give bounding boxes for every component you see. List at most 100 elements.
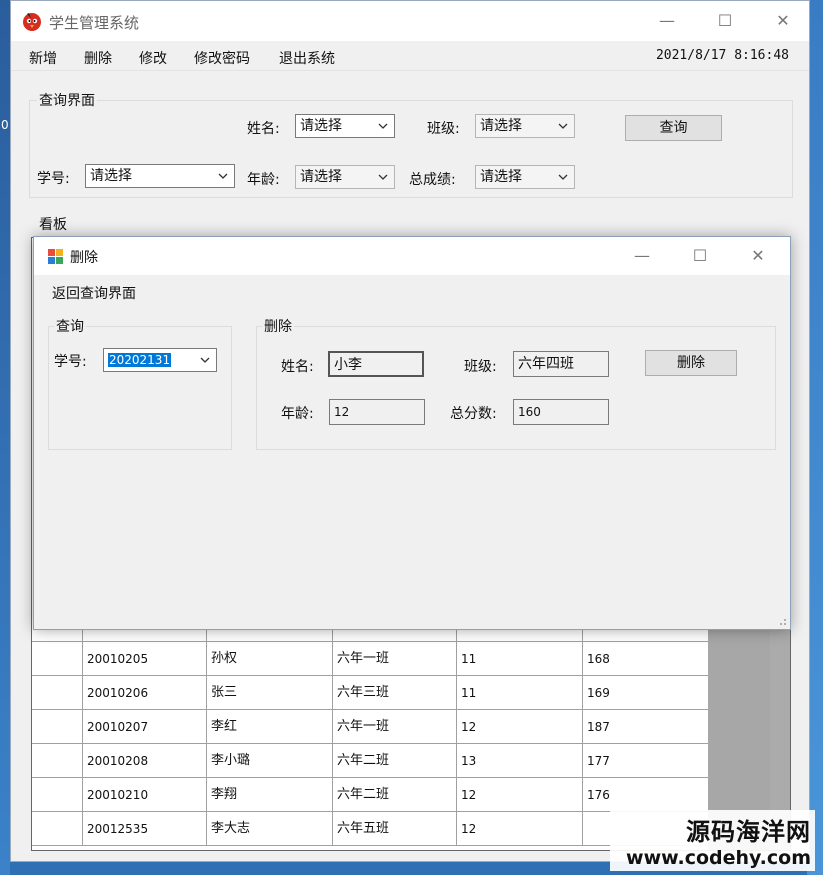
age-cell[interactable]: 11 xyxy=(456,642,582,676)
name-combobox[interactable]: 请选择 xyxy=(295,114,395,138)
dialog-name-field[interactable]: 小李 xyxy=(328,351,424,377)
table-row[interactable]: 20012535 李大志 六年五班 12 xyxy=(32,812,708,846)
dialog-minimize-button[interactable]: — xyxy=(622,244,662,268)
dialog-delete-title: 删除 xyxy=(262,316,294,336)
age-combobox[interactable]: 请选择 xyxy=(295,165,395,189)
datetime-display: 2021/8/17 8:16:48 xyxy=(655,48,789,63)
name-cell[interactable]: 孙权 xyxy=(206,642,332,676)
class-cell[interactable]: 六年二班 xyxy=(332,778,456,812)
chevron-down-icon xyxy=(558,174,568,180)
query-button[interactable]: 查询 xyxy=(625,115,722,141)
id-cell[interactable]: 20010210 xyxy=(82,778,206,812)
total-cell[interactable]: 168 xyxy=(582,642,708,676)
table-row[interactable]: 20010205 孙权 六年一班 11 168 xyxy=(32,642,708,676)
table-row[interactable]: 20010208 李小璐 六年二班 13 177 xyxy=(32,744,708,778)
total-cell[interactable]: 169 xyxy=(582,676,708,710)
chevron-down-icon xyxy=(378,174,388,180)
window-app-icon xyxy=(48,249,63,264)
watermark-title: 源码海洋网 xyxy=(686,818,811,846)
name-label: 姓名: xyxy=(247,121,280,137)
name-cell[interactable]: 李红 xyxy=(206,710,332,744)
menu-exit[interactable]: 退出系统 xyxy=(279,48,335,68)
class-label: 班级: xyxy=(427,121,460,137)
dialog-age-label: 年龄: xyxy=(281,406,314,422)
dialog-delete-button[interactable]: 删除 xyxy=(645,350,737,376)
id-cell[interactable]: 20012535 xyxy=(82,812,206,846)
class-cell[interactable]: 六年五班 xyxy=(332,812,456,846)
name-cell[interactable]: 张三 xyxy=(206,676,332,710)
menu-delete[interactable]: 删除 xyxy=(84,48,112,68)
id-cell[interactable]: 20010207 xyxy=(82,710,206,744)
id-cell[interactable]: 20010205 xyxy=(82,642,206,676)
dialog-close-button[interactable]: ✕ xyxy=(738,244,778,268)
age-cell[interactable]: 12 xyxy=(456,778,582,812)
id-label: 学号: xyxy=(37,171,70,187)
watermark-url: www.codehy.com xyxy=(626,847,811,869)
total-cell[interactable]: 177 xyxy=(582,744,708,778)
row-header-cell[interactable] xyxy=(32,710,82,744)
dialog-class-field[interactable]: 六年四班 xyxy=(513,351,609,377)
angry-bird-icon xyxy=(23,13,41,31)
table-row[interactable]: 20010207 李红 六年一班 12 187 xyxy=(32,710,708,744)
dialog-title: 删除 xyxy=(70,250,98,266)
table-row[interactable]: 20010206 张三 六年三班 11 169 xyxy=(32,676,708,710)
name-cell[interactable]: 李翔 xyxy=(206,778,332,812)
back-to-query-link[interactable]: 返回查询界面 xyxy=(52,283,136,303)
desktop-fragment: 0 xyxy=(1,118,9,132)
dialog-total-label: 总分数: xyxy=(450,406,497,422)
class-cell[interactable]: 六年一班 xyxy=(332,642,456,676)
class-cell[interactable]: 六年一班 xyxy=(332,710,456,744)
query-group-title: 查询界面 xyxy=(37,90,97,110)
chevron-down-icon xyxy=(200,357,210,363)
age-cell[interactable]: 11 xyxy=(456,676,582,710)
chevron-down-icon xyxy=(218,173,228,179)
dialog-id-combobox[interactable]: 20202131 xyxy=(103,348,217,372)
dialog-total-field[interactable]: 160 xyxy=(513,399,609,425)
resize-grip-icon[interactable] xyxy=(777,616,787,626)
row-header-cell[interactable] xyxy=(32,778,82,812)
class-combobox[interactable]: 请选择 xyxy=(475,114,575,138)
table-row[interactable]: 20010210 李翔 六年二班 12 176 xyxy=(32,778,708,812)
id-cell[interactable]: 20010208 xyxy=(82,744,206,778)
dialog-query-title: 查询 xyxy=(54,316,86,336)
dialog-class-label: 班级: xyxy=(464,359,497,375)
row-header-cell[interactable] xyxy=(32,676,82,710)
delete-dialog: 删除 — ☐ ✕ 返回查询界面 查询 学号: 20202131 删除 姓名: 小… xyxy=(33,236,791,630)
dialog-query-groupbox xyxy=(48,326,232,450)
menu-edit[interactable]: 修改 xyxy=(139,48,167,68)
dialog-id-label: 学号: xyxy=(54,354,87,370)
main-window-title: 学生管理系统 xyxy=(49,14,140,32)
id-combobox[interactable]: 请选择 xyxy=(85,164,235,188)
name-cell[interactable]: 李大志 xyxy=(206,812,332,846)
name-cell[interactable]: 李小璐 xyxy=(206,744,332,778)
site-watermark: 源码海洋网 www.codehy.com xyxy=(610,810,815,871)
dialog-titlebar[interactable]: 删除 — ☐ ✕ xyxy=(34,237,790,275)
dialog-maximize-button[interactable]: ☐ xyxy=(680,244,720,268)
total-cell[interactable]: 176 xyxy=(582,778,708,812)
maximize-button[interactable]: ☐ xyxy=(705,9,745,33)
age-label: 年龄: xyxy=(247,172,280,188)
total-score-label: 总成绩: xyxy=(409,172,456,188)
menu-bar: 新增 删除 修改 修改密码 退出系统 2021/8/17 8:16:48 xyxy=(11,41,809,71)
dialog-delete-groupbox xyxy=(256,326,776,450)
age-cell[interactable]: 12 xyxy=(456,710,582,744)
close-button[interactable]: ✕ xyxy=(763,9,803,33)
main-titlebar[interactable]: 学生管理系统 — ☐ ✕ xyxy=(11,1,809,41)
row-header-cell[interactable] xyxy=(32,812,82,846)
dialog-age-field[interactable]: 12 xyxy=(329,399,425,425)
id-cell[interactable]: 20010206 xyxy=(82,676,206,710)
chevron-down-icon xyxy=(378,123,388,129)
minimize-button[interactable]: — xyxy=(647,9,687,33)
class-cell[interactable]: 六年三班 xyxy=(332,676,456,710)
row-header-cell[interactable] xyxy=(32,744,82,778)
board-group-title: 看板 xyxy=(37,214,69,234)
menu-change-password[interactable]: 修改密码 xyxy=(194,48,250,68)
total-score-combobox[interactable]: 请选择 xyxy=(475,165,575,189)
age-cell[interactable]: 13 xyxy=(456,744,582,778)
menu-add[interactable]: 新增 xyxy=(29,48,57,68)
total-cell[interactable]: 187 xyxy=(582,710,708,744)
age-cell[interactable]: 12 xyxy=(456,812,582,846)
chevron-down-icon xyxy=(558,123,568,129)
row-header-cell[interactable] xyxy=(32,642,82,676)
class-cell[interactable]: 六年二班 xyxy=(332,744,456,778)
